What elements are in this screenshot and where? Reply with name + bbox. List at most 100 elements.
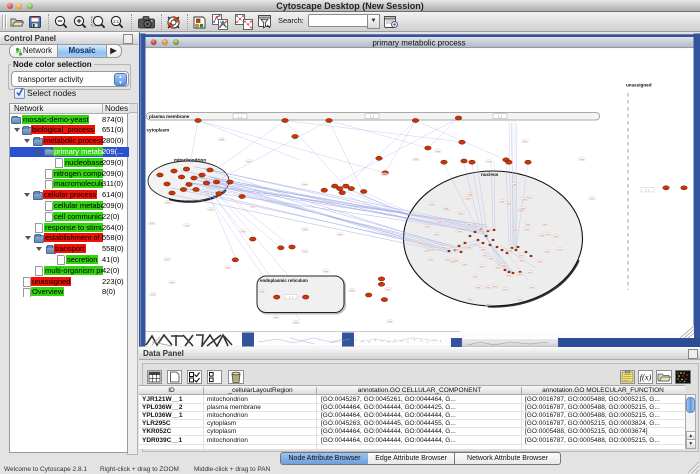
svg-text:(xxx): (xxx) (508, 250, 513, 252)
svg-text:(xxx): (xxx) (507, 275, 512, 277)
svg-text:(xxx): (xxx) (483, 255, 488, 257)
svg-text:[...]: [...] (498, 115, 502, 119)
svg-text:(xxx): (xxx) (523, 141, 528, 143)
svg-text:(xxx): (xxx) (386, 289, 391, 291)
svg-text:(xxx): (xxx) (414, 159, 419, 161)
svg-text:(xxx): (xxx) (241, 231, 246, 233)
svg-text:(xxx): (xxx) (324, 271, 329, 273)
svg-text:(xxx): (xxx) (430, 249, 435, 251)
svg-text:(xxx): (xxx) (500, 201, 505, 203)
svg-text:(xxx): (xxx) (486, 304, 491, 306)
svg-text:(xxx): (xxx) (525, 229, 530, 231)
svg-text:(xxx): (xxx) (338, 234, 343, 236)
svg-text:(xxx): (xxx) (468, 194, 473, 196)
svg-text:(xxx): (xxx) (382, 174, 387, 176)
svg-text:(xxx): (xxx) (502, 265, 507, 267)
svg-text:(xxx): (xxx) (590, 198, 595, 200)
svg-text:(xxx): (xxx) (487, 161, 492, 163)
svg-text:(xxx): (xxx) (558, 249, 563, 251)
svg-text:(xxx): (xxx) (513, 184, 518, 186)
svg-text:(xxx): (xxx) (166, 202, 171, 204)
svg-text:(xxx): (xxx) (523, 199, 528, 201)
svg-text:(xxx): (xxx) (436, 151, 441, 153)
svg-text:(xxx): (xxx) (209, 209, 214, 211)
svg-text:(xxx): (xxx) (519, 210, 524, 212)
svg-text:(xxx): (xxx) (458, 231, 463, 233)
svg-text:(xxx): (xxx) (481, 249, 486, 251)
svg-text:(xxx): (xxx) (478, 229, 483, 231)
svg-text:(xxx): (xxx) (429, 259, 434, 261)
svg-text:1:1: 1:1 (113, 19, 120, 24)
svg-text:(xxx): (xxx) (303, 251, 308, 253)
svg-text:(xxx): (xxx) (247, 161, 252, 163)
svg-text:(xxx): (xxx) (546, 234, 551, 236)
svg-text:(xxx): (xxx) (441, 247, 446, 249)
svg-text:[...]: [...] (238, 115, 242, 119)
svg-text:(xxx): (xxx) (466, 198, 471, 200)
svg-text:(xxx): (xxx) (476, 287, 481, 289)
svg-text:(xxx): (xxx) (165, 259, 170, 261)
svg-text:(xxx): (xxx) (185, 225, 190, 227)
svg-text:(xxx): (xxx) (463, 264, 468, 266)
svg-text:(xxx): (xxx) (425, 226, 430, 228)
svg-text:(xxx): (xxx) (513, 229, 518, 231)
svg-text:[...]: [...] (645, 188, 649, 192)
svg-text:[...]: [...] (370, 115, 374, 119)
svg-text:(xxx): (xxx) (226, 267, 231, 269)
svg-text:(xxx): (xxx) (151, 294, 156, 296)
svg-text:(xxx): (xxx) (303, 229, 308, 231)
svg-text:unassigned: unassigned (626, 83, 652, 88)
svg-text:nucleus: nucleus (481, 172, 499, 177)
svg-text:(xxx): (xxx) (493, 286, 498, 288)
svg-text:(xxx): (xxx) (430, 204, 435, 206)
svg-text:(xxx): (xxx) (487, 229, 492, 231)
svg-text:(xxx): (xxx) (274, 317, 279, 319)
svg-text:(xxx): (xxx) (435, 234, 440, 236)
svg-text:(xxx): (xxx) (507, 203, 512, 205)
svg-text:endoplasmic reticulum: endoplasmic reticulum (260, 278, 308, 283)
svg-text:(xxx): (xxx) (260, 291, 265, 293)
svg-text:(xxx): (xxx) (518, 274, 523, 276)
svg-text:(xxx): (xxx) (388, 321, 393, 323)
svg-text:(xxx): (xxx) (473, 276, 478, 278)
svg-text:(xxx): (xxx) (251, 206, 256, 208)
svg-text:(xxx): (xxx) (438, 221, 443, 223)
svg-text:(xxx): (xxx) (150, 223, 155, 225)
svg-text:(xxx): (xxx) (455, 249, 460, 251)
svg-text:(xxx): (xxx) (519, 255, 524, 257)
svg-text:(xxx): (xxx) (454, 260, 459, 262)
svg-text:(xxx): (xxx) (580, 159, 585, 161)
svg-text:plasma membrane: plasma membrane (149, 114, 190, 119)
svg-text:(xxx): (xxx) (543, 224, 548, 226)
svg-text:(xxx): (xxx) (170, 282, 175, 284)
svg-text:(xxx): (xxx) (467, 247, 472, 249)
svg-text:(xxx): (xxx) (220, 139, 225, 141)
svg-text:(xxx): (xxx) (294, 322, 299, 324)
svg-text:(xxx): (xxx) (521, 208, 526, 210)
svg-text:(xxx): (xxx) (446, 259, 451, 261)
svg-text:(xxx): (xxx) (545, 251, 550, 253)
svg-text:f(x): f(x) (640, 372, 652, 382)
svg-text:(xxx): (xxx) (496, 267, 501, 269)
svg-text:(xxx): (xxx) (486, 287, 491, 289)
svg-text:(xxx): (xxx) (480, 266, 485, 268)
svg-text:[...]: [...] (289, 295, 293, 299)
svg-text:mitochondrion: mitochondrion (174, 158, 206, 163)
svg-text:(xxx): (xxx) (350, 290, 355, 292)
svg-text:(xxx): (xxx) (540, 235, 545, 237)
svg-text:primary metabolic process: primary metabolic process (372, 38, 465, 47)
svg-text:(xxx): (xxx) (489, 258, 494, 260)
svg-text:cytoplasm: cytoplasm (147, 128, 170, 133)
svg-text:(xxx): (xxx) (518, 299, 523, 301)
svg-text:(xxx): (xxx) (554, 236, 559, 238)
svg-text:(xxx): (xxx) (444, 208, 449, 210)
svg-text:(xxx): (xxx) (303, 184, 308, 186)
svg-text:(xxx): (xxx) (526, 224, 531, 226)
svg-text:(xxx): (xxx) (538, 261, 543, 263)
svg-text:(xxx): (xxx) (530, 287, 535, 289)
svg-text:(xxx): (xxx) (528, 272, 533, 274)
svg-text:(xxx): (xxx) (418, 242, 423, 244)
svg-text:(xxx): (xxx) (503, 289, 508, 291)
svg-text:(xxx): (xxx) (467, 224, 472, 226)
svg-text:(xxx): (xxx) (520, 260, 525, 262)
